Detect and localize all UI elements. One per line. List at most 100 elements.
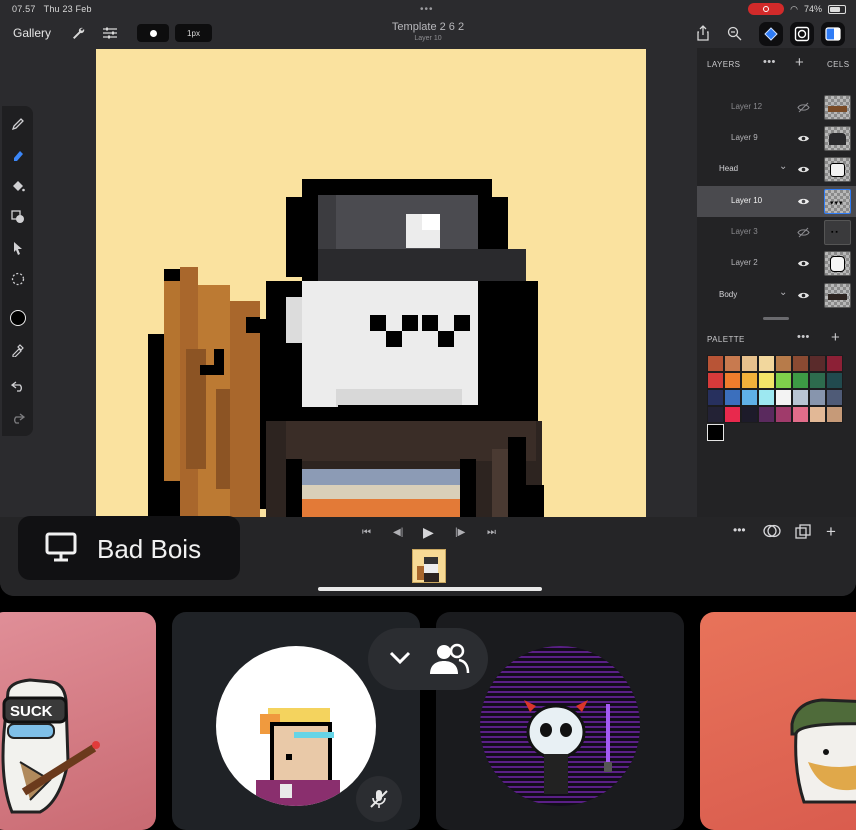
palette-swatch[interactable]: [826, 372, 843, 389]
palette-swatch[interactable]: [707, 406, 724, 423]
eye-icon[interactable]: [797, 257, 810, 270]
onion-skin-icon[interactable]: [762, 524, 782, 541]
palette-swatch[interactable]: [775, 389, 792, 406]
palette-swatch[interactable]: [826, 355, 843, 372]
layers-icon: [764, 27, 778, 41]
palette-swatch[interactable]: [792, 389, 809, 406]
multitask-dots-icon[interactable]: •••: [420, 4, 434, 15]
palette-swatch[interactable]: [775, 355, 792, 372]
share-icon[interactable]: [694, 24, 712, 42]
layer-thumbnail: [824, 157, 851, 182]
play-icon[interactable]: ▶: [423, 524, 434, 541]
palette-swatch[interactable]: [809, 372, 826, 389]
cels-title[interactable]: CELS: [827, 60, 850, 69]
participant-tile[interactable]: [700, 612, 856, 830]
home-indicator[interactable]: [318, 587, 542, 591]
palette-swatch[interactable]: [724, 372, 741, 389]
step-forward-icon[interactable]: |▶: [455, 527, 465, 538]
gallery-button[interactable]: Gallery: [13, 26, 51, 40]
palette-swatch[interactable]: [758, 372, 775, 389]
layer-row[interactable]: Layer 12: [697, 92, 822, 123]
add-frame-icon[interactable]: +: [826, 522, 836, 542]
layers-more-icon[interactable]: •••: [763, 56, 776, 68]
add-layer-icon[interactable]: +: [795, 54, 804, 71]
screen-record-icon[interactable]: [748, 3, 785, 15]
pixel-canvas[interactable]: [96, 49, 646, 517]
eye-icon[interactable]: [797, 163, 810, 176]
eye-icon[interactable]: [797, 289, 810, 302]
redo-icon[interactable]: [8, 408, 28, 428]
palette-swatch[interactable]: [724, 406, 741, 423]
palette-swatch[interactable]: [741, 389, 758, 406]
layer-row[interactable]: Layer 2: [697, 248, 822, 279]
canvas-area[interactable]: [0, 48, 697, 517]
panel-toggle-button[interactable]: [821, 22, 845, 46]
eye-icon[interactable]: [797, 195, 810, 208]
layer-group-row[interactable]: Head ⌄: [697, 154, 822, 185]
zoom-icon[interactable]: [725, 24, 743, 42]
palette-swatch[interactable]: [826, 389, 843, 406]
palette-swatch[interactable]: [724, 355, 741, 372]
pencil-icon[interactable]: [8, 114, 28, 134]
document-title[interactable]: Template 2 6 2: [328, 21, 528, 33]
layer-row[interactable]: Layer 3: [697, 217, 822, 248]
add-palette-icon[interactable]: +: [831, 329, 840, 346]
frame-thumbnail[interactable]: [412, 549, 446, 583]
palette-swatch[interactable]: [809, 389, 826, 406]
layers-toggle-button[interactable]: [759, 22, 783, 46]
palette-swatch[interactable]: [741, 372, 758, 389]
palette-swatch[interactable]: [792, 406, 809, 423]
color-swatch-button[interactable]: [8, 308, 28, 328]
participants-icon[interactable]: [428, 642, 470, 676]
palette-swatch[interactable]: [707, 372, 724, 389]
selection-icon[interactable]: [8, 269, 28, 289]
eye-hidden-icon[interactable]: [797, 101, 810, 114]
palette-swatch[interactable]: [707, 355, 724, 372]
participant-tile[interactable]: SUCK: [0, 612, 156, 830]
shapes-icon[interactable]: [8, 207, 28, 227]
move-arrow-icon[interactable]: [8, 238, 28, 258]
adjustments-icon[interactable]: [101, 24, 119, 42]
palette-swatch[interactable]: [826, 406, 843, 423]
skip-to-end-icon[interactable]: ⏭: [487, 527, 496, 538]
layer-row[interactable]: Layer 9: [697, 123, 822, 154]
brush-size-button[interactable]: 1px: [175, 24, 212, 42]
duplicate-frame-icon[interactable]: [795, 524, 811, 543]
undo-icon[interactable]: [8, 376, 28, 396]
wrench-icon[interactable]: [69, 24, 87, 42]
step-back-icon[interactable]: ◀|: [393, 527, 403, 538]
chevron-down-icon[interactable]: ⌄: [779, 161, 787, 172]
skip-to-start-icon[interactable]: ⏮: [362, 527, 371, 538]
palette-swatch[interactable]: [741, 406, 758, 423]
palette-swatch[interactable]: [724, 389, 741, 406]
stream-label-badge: Bad Bois: [18, 516, 240, 580]
palette-swatch[interactable]: [809, 406, 826, 423]
reference-toggle-button[interactable]: [790, 22, 814, 46]
brush-shape-button[interactable]: [137, 24, 169, 42]
layer-group-row[interactable]: Body ⌄: [697, 280, 822, 311]
palette-swatch[interactable]: [758, 406, 775, 423]
palette-swatch[interactable]: [775, 406, 792, 423]
fill-bucket-icon[interactable]: [8, 176, 28, 196]
palette-swatch[interactable]: [758, 389, 775, 406]
palette-more-icon[interactable]: •••: [797, 331, 810, 343]
layer-thumbnail-selected: ▾▾▾: [824, 189, 851, 214]
palette-swatch[interactable]: [792, 355, 809, 372]
eye-icon[interactable]: [797, 132, 810, 145]
palette-swatch[interactable]: [792, 372, 809, 389]
eyedropper-icon[interactable]: [8, 340, 28, 360]
status-time-date: 07.57 Thu 23 Feb: [12, 4, 92, 14]
eraser-icon[interactable]: [8, 145, 28, 165]
chevron-down-icon[interactable]: ⌄: [779, 287, 787, 298]
palette-swatch[interactable]: [758, 355, 775, 372]
palette-swatch[interactable]: [775, 372, 792, 389]
chevron-down-icon[interactable]: [388, 650, 412, 666]
palette-swatch[interactable]: [707, 389, 724, 406]
current-color-swatch[interactable]: [707, 424, 724, 441]
timeline-more-icon[interactable]: •••: [733, 523, 746, 537]
panel-resize-handle[interactable]: [763, 317, 789, 320]
palette-swatch[interactable]: [809, 355, 826, 372]
eye-hidden-icon[interactable]: [797, 226, 810, 239]
layers-title: LAYERS: [707, 60, 741, 69]
palette-swatch[interactable]: [741, 355, 758, 372]
